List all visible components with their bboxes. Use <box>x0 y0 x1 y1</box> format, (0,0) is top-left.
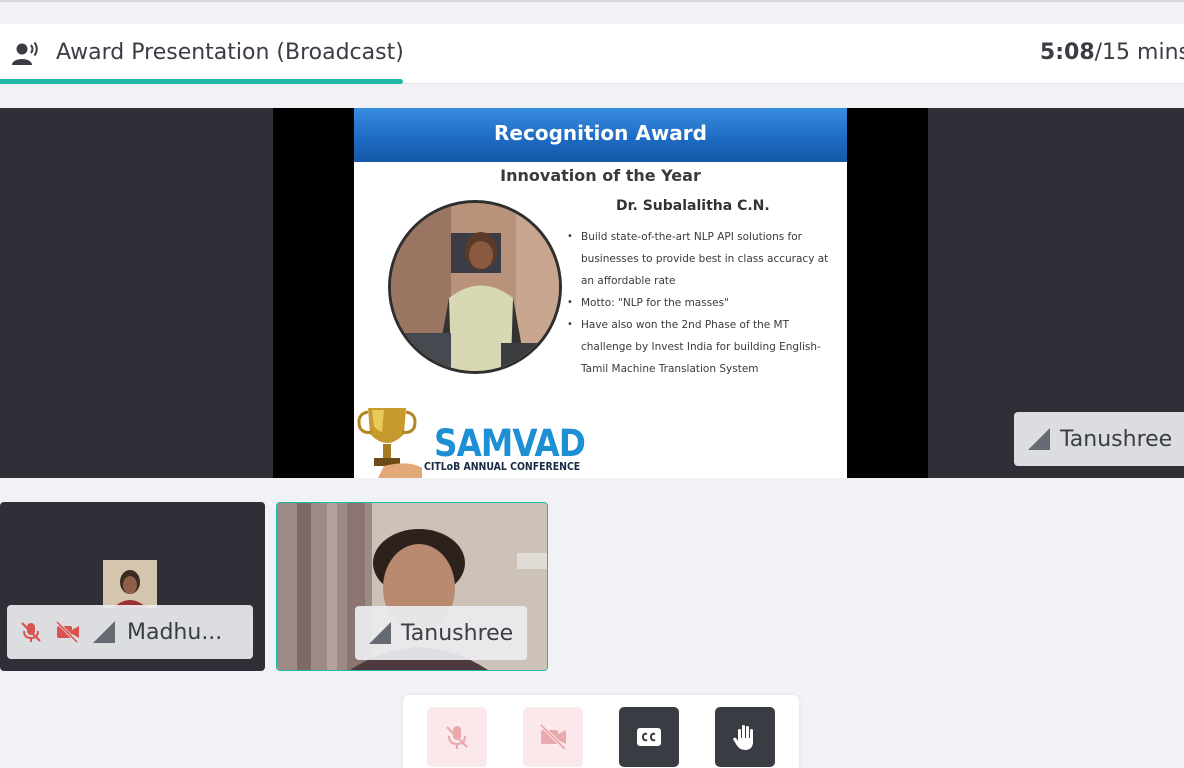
mic-off-icon <box>21 622 41 642</box>
raise-hand-icon <box>733 725 753 750</box>
awardee-name: Dr. Subalalitha C.N. <box>616 198 770 214</box>
avatar <box>103 560 157 608</box>
signal-strength-icon <box>1028 428 1050 450</box>
participant-name-tag: Tanushree <box>355 606 528 660</box>
logo-subtitle: CITLoB ANNUAL CONFERENCE <box>424 460 581 473</box>
conference-logo: SAMVAD CITLoB ANNUAL CONFERENCE <box>424 422 586 478</box>
session-progress-bar <box>0 79 403 84</box>
list-item: Have also won the 2nd Phase of the MT ch… <box>567 314 837 380</box>
elapsed-time: 5:08 <box>1039 40 1095 65</box>
presenter-name: Tanushree <box>1060 426 1173 452</box>
participant-name-tag: Madhu... <box>7 605 253 659</box>
list-item: Motto: "NLP for the masses" <box>567 292 837 314</box>
participant-tile[interactable]: Tanushree <box>276 502 548 671</box>
awardee-photo <box>388 200 562 374</box>
raise-hand-button[interactable] <box>715 707 775 767</box>
slide-banner: Recognition Award <box>354 108 847 162</box>
session-timer: 5:08/15 mins <box>1040 40 1184 65</box>
main-stage: Recognition Award Innovation of the Year <box>0 108 1184 478</box>
toggle-video-button[interactable] <box>523 707 583 767</box>
presenter-name-tag: Tanushree <box>1014 412 1184 466</box>
presentation-slide: Recognition Award Innovation of the Year <box>354 108 847 478</box>
mic-off-icon <box>446 726 468 749</box>
total-time: /15 mins <box>1094 40 1184 65</box>
session-header: Award Presentation (Broadcast) 5:08/15 m… <box>0 24 1184 84</box>
logo-title: SAMVAD <box>434 422 586 465</box>
participant-name: Madhu... <box>127 619 223 645</box>
captions-button[interactable] <box>619 707 679 767</box>
list-item: Build state-of-the-art NLP API solutions… <box>567 226 837 292</box>
slide-subtitle: Innovation of the Year <box>500 166 701 185</box>
window-top-border <box>0 0 1184 2</box>
signal-strength-icon <box>93 621 115 643</box>
toggle-mic-button[interactable] <box>427 707 487 767</box>
video-off-icon <box>55 620 79 644</box>
achievement-list: Build state-of-the-art NLP API solutions… <box>567 226 837 380</box>
participant-tile[interactable]: Madhu... <box>0 502 265 671</box>
session-title: Award Presentation (Broadcast) <box>56 40 404 65</box>
meeting-controls <box>403 695 799 768</box>
closed-captions-icon <box>637 728 661 746</box>
screen-share[interactable]: Recognition Award Innovation of the Year <box>273 108 928 478</box>
signal-strength-icon <box>369 622 391 644</box>
participant-name: Tanushree <box>401 620 514 646</box>
video-off-icon <box>539 723 567 751</box>
broadcast-icon <box>12 41 38 65</box>
trophy-icon <box>357 408 422 478</box>
